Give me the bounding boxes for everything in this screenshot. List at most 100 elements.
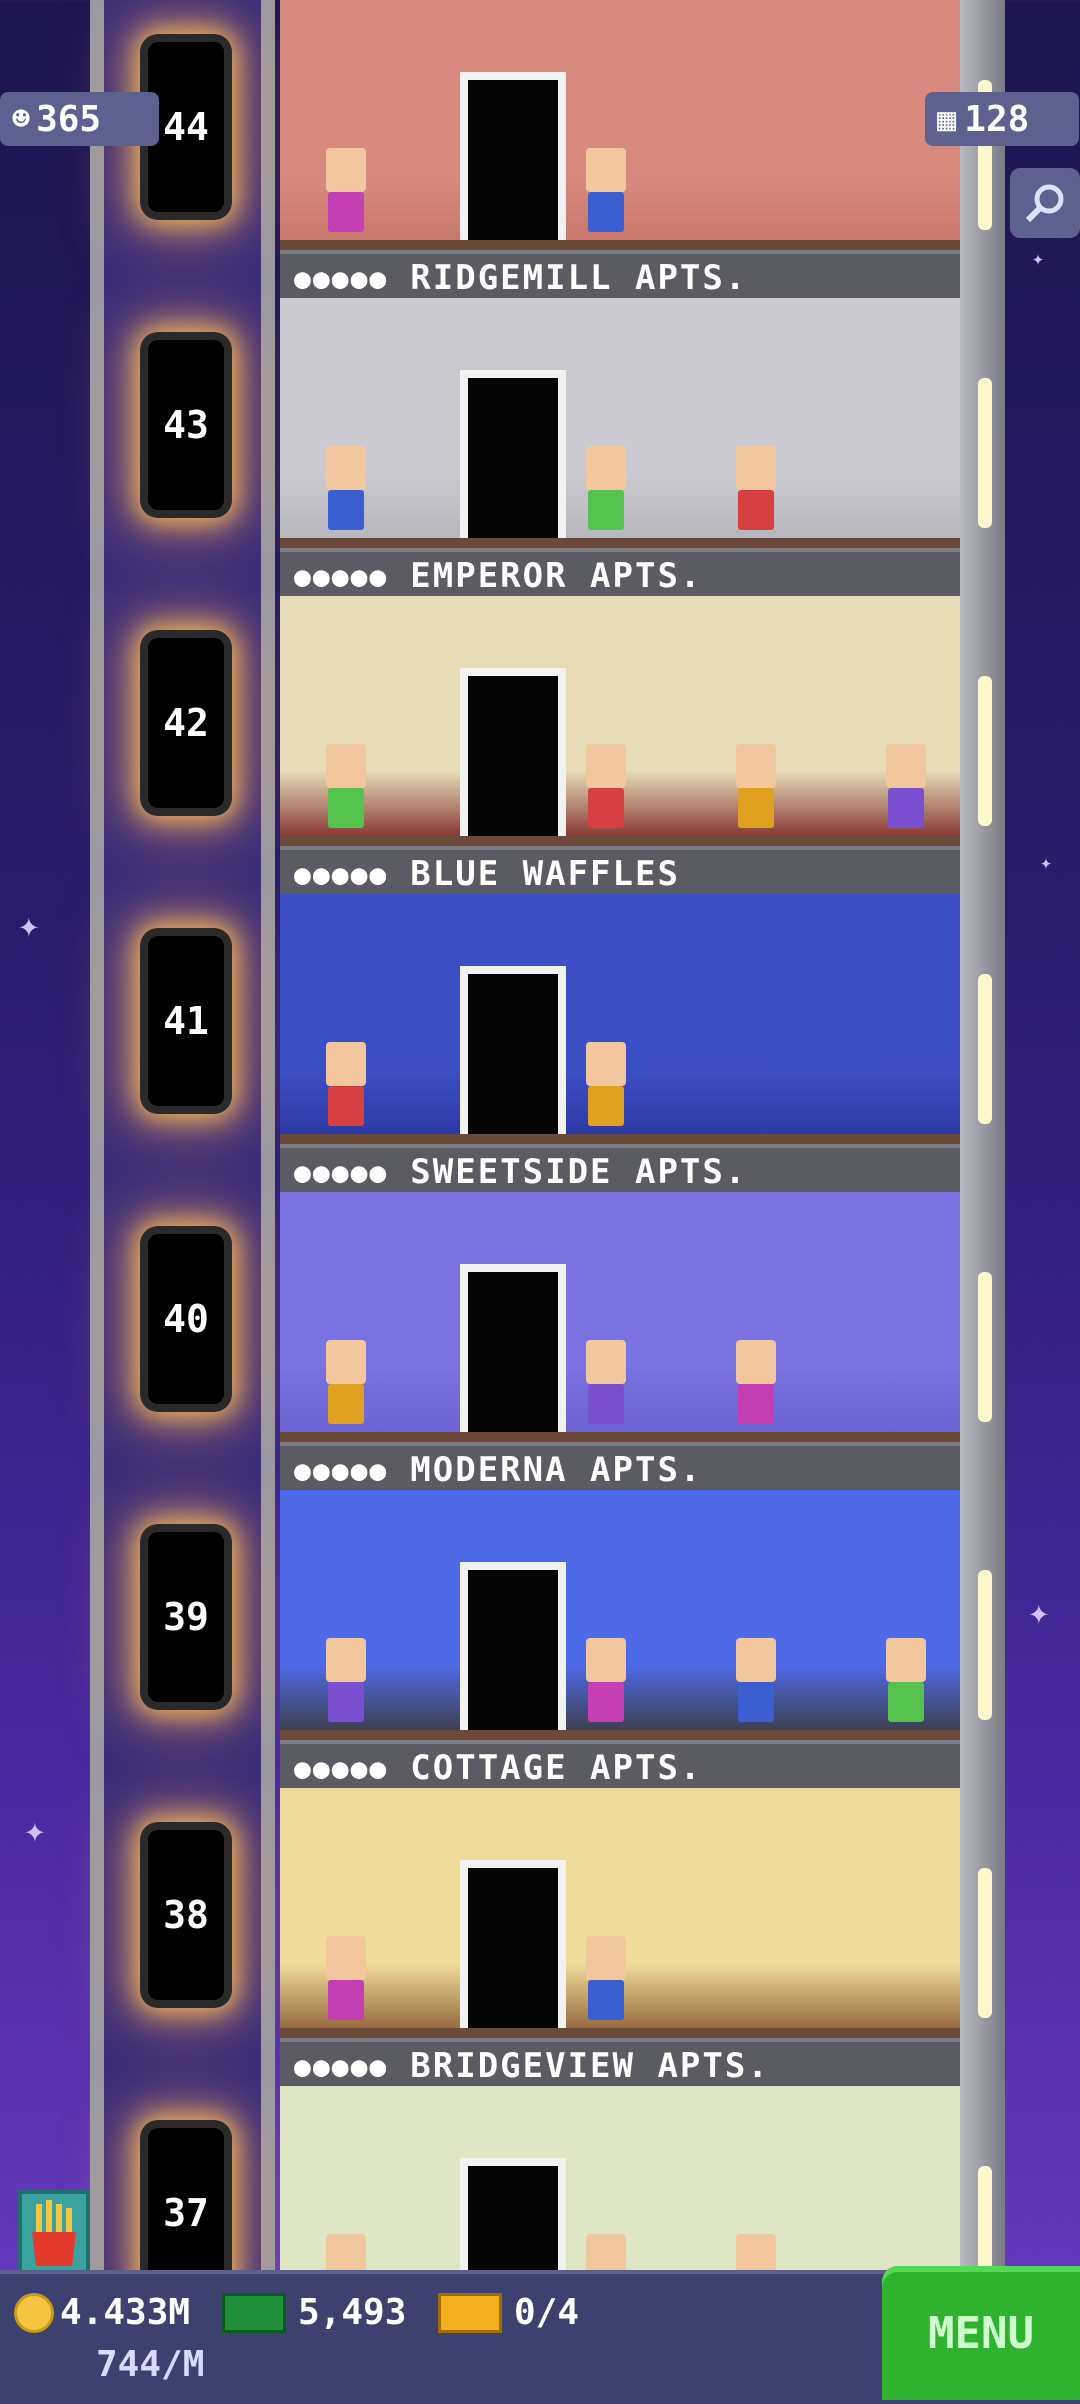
floor-strip: [280, 2028, 960, 2038]
floor-strip: [280, 538, 960, 548]
floor-stars: ●●●●●: [294, 1155, 389, 1189]
apartment-door: [460, 1264, 566, 1442]
bux-stat: 5,493: [222, 2292, 406, 2333]
bitizen[interactable]: [580, 1936, 632, 2028]
apartment-door: [460, 370, 566, 548]
star-sparkle: ✦: [1040, 850, 1053, 874]
elevator-floor-44[interactable]: 44: [148, 42, 224, 212]
floor-strip: [280, 240, 960, 250]
floor-room[interactable]: [280, 298, 960, 548]
floor-name: EMPEROR APTS.: [410, 556, 703, 596]
bitizen[interactable]: [880, 1638, 932, 1730]
bitizen[interactable]: [580, 1638, 632, 1730]
search-icon: [1025, 184, 1064, 223]
elevator-floor-38[interactable]: 38: [148, 1830, 224, 2000]
search-button[interactable]: [1010, 168, 1080, 238]
coins-stat: 4.433M: [14, 2292, 190, 2333]
elevator-floor-43[interactable]: 43: [148, 340, 224, 510]
floor-41[interactable]: ●●●●● SWEETSIDE APTS.: [280, 894, 960, 1200]
bitizen[interactable]: [880, 744, 932, 836]
bitizen[interactable]: [580, 1042, 632, 1134]
apartment-door: [460, 72, 566, 250]
bitizen[interactable]: [320, 148, 372, 240]
right-rail: [960, 0, 1005, 2316]
floor-name: BLUE WAFFLES: [410, 854, 680, 894]
floor-counter: ▦ 128: [925, 92, 1079, 146]
floor-count-value: 128: [964, 98, 1030, 140]
floor-44[interactable]: ●●●●● RIDGEMILL APTS.: [280, 0, 960, 306]
bitizen[interactable]: [730, 744, 782, 836]
floor-stars: ●●●●●: [294, 559, 389, 593]
coins-rate-value: 744/M: [96, 2344, 205, 2385]
elevator-floor-40[interactable]: 40: [148, 1234, 224, 1404]
rail-light: [978, 1570, 992, 1720]
apartment-door: [460, 966, 566, 1144]
rail-light: [978, 1868, 992, 2018]
tower: 44 43 42 41 40 39 38 37 ●●●●● RIDGEMILL APTS. ●●●…: [90, 0, 1020, 2336]
floor-stars: ●●●●●: [294, 261, 389, 295]
rail-light: [978, 676, 992, 826]
floor-38[interactable]: ●●●●● BRIDGEVIEW APTS.: [280, 1788, 960, 2094]
bitizen[interactable]: [580, 1340, 632, 1432]
apartment-door: [460, 1562, 566, 1740]
person-icon: ☻: [12, 101, 31, 137]
bitizen[interactable]: [320, 1042, 372, 1134]
floor-name: BRIDGEVIEW APTS.: [410, 2046, 770, 2086]
elevator-shaft[interactable]: 44 43 42 41 40 39 38 37: [90, 0, 275, 2298]
floor-strip: [280, 1432, 960, 1442]
ticket-icon: [438, 2292, 502, 2333]
population-value: 365: [36, 98, 102, 140]
bitizen[interactable]: [580, 148, 632, 240]
bitizen[interactable]: [580, 446, 632, 538]
floor-name: SWEETSIDE APTS.: [410, 1152, 748, 1192]
bitizen[interactable]: [730, 1340, 782, 1432]
floor-stars: ●●●●●: [294, 1751, 389, 1785]
bitizen[interactable]: [730, 1638, 782, 1730]
apartment-door: [460, 668, 566, 846]
floor-39[interactable]: ●●●●● COTTAGE APTS.: [280, 1490, 960, 1796]
menu-label: MENU: [928, 2307, 1034, 2359]
coin-icon: [14, 2292, 54, 2333]
tickets-value: 0/4: [514, 2292, 580, 2333]
bitizen[interactable]: [730, 446, 782, 538]
bitizen[interactable]: [320, 1340, 372, 1432]
bitizen[interactable]: [320, 1936, 372, 2028]
star-sparkle: ✦: [24, 1810, 46, 1851]
rail-light: [978, 1272, 992, 1422]
floor-strip: [280, 1134, 960, 1144]
bitizen[interactable]: [320, 446, 372, 538]
fries-icon[interactable]: [18, 2190, 90, 2276]
population-counter: ☻ 365: [0, 92, 159, 146]
floor-42[interactable]: ●●●●● BLUE WAFFLES: [280, 596, 960, 902]
bux-value: 5,493: [298, 2292, 407, 2333]
elevator-floor-39[interactable]: 39: [148, 1532, 224, 1702]
floor-name: RIDGEMILL APTS.: [410, 258, 748, 298]
floor-room[interactable]: [280, 894, 960, 1144]
bitizen[interactable]: [320, 1638, 372, 1730]
floor-40[interactable]: ●●●●● MODERNA APTS.: [280, 1192, 960, 1498]
floor-room[interactable]: [280, 596, 960, 846]
floor-room[interactable]: [280, 0, 960, 250]
rail-light: [978, 378, 992, 528]
floor-room[interactable]: [280, 1192, 960, 1442]
star-sparkle: ✦: [1032, 246, 1045, 270]
bitizen[interactable]: [580, 744, 632, 836]
building-icon: ▦: [937, 100, 957, 138]
bux-icon: [222, 2292, 286, 2333]
bitizen[interactable]: [320, 744, 372, 836]
floor-stars: ●●●●●: [294, 1453, 389, 1487]
elevator-floor-41[interactable]: 41: [148, 936, 224, 1106]
star-sparkle: ✦: [18, 905, 40, 946]
floor-stars: ●●●●●: [294, 857, 389, 891]
apartment-door: [460, 1860, 566, 2038]
floor-strip: [280, 1730, 960, 1740]
coins-value: 4.433M: [60, 2292, 191, 2333]
floor-stars: ●●●●●: [294, 2049, 389, 2083]
menu-button[interactable]: MENU: [882, 2266, 1080, 2400]
floor-room[interactable]: [280, 1490, 960, 1740]
floor-43[interactable]: ●●●●● EMPEROR APTS.: [280, 298, 960, 604]
elevator-floor-42[interactable]: 42: [148, 638, 224, 808]
coins-rate: 744/M: [96, 2344, 204, 2385]
star-sparkle: ✦: [1028, 1592, 1050, 1633]
floor-room[interactable]: [280, 1788, 960, 2038]
